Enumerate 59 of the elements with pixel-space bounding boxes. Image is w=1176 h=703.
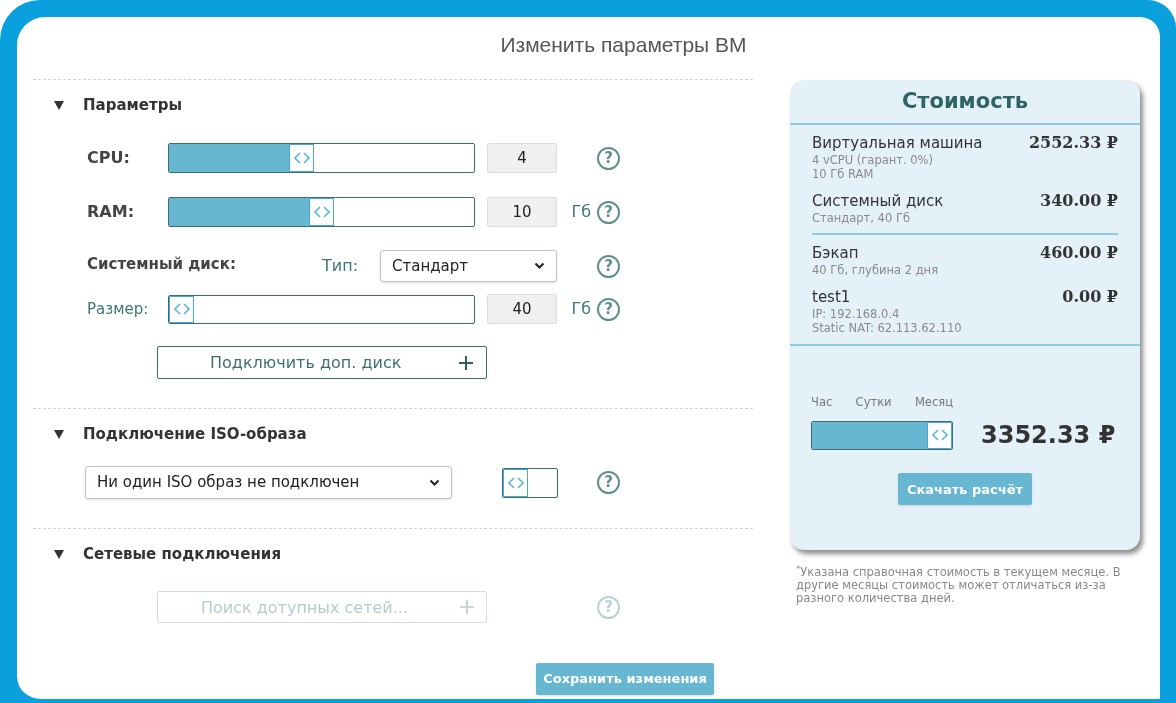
slider-thumb[interactable] [169, 295, 194, 323]
slider-track[interactable] [811, 420, 953, 450]
help-icon[interactable]: ? [597, 200, 620, 224]
cost-item-price: 2552.33 ₽ [1028, 133, 1118, 153]
help-icon[interactable]: ? [597, 146, 620, 170]
value-field[interactable]: 40 [487, 294, 557, 324]
field-label: Системный диск: [87, 253, 237, 275]
unit-label: Гб [570, 298, 591, 320]
slider-thumb[interactable] [289, 144, 314, 172]
cost-item-detail: Static NAT: 62.113.62.110 [812, 321, 962, 335]
cost-item-name: Бэкап [812, 243, 860, 263]
field-label: Тип: [322, 255, 360, 277]
slider-track[interactable] [168, 197, 475, 227]
cost-item-detail: IP: 192.168.0.4 [812, 307, 901, 321]
period-label: Месяц [914, 394, 953, 411]
field-label: RAM: [87, 201, 136, 223]
slider-thumb[interactable] [927, 421, 952, 449]
value-field[interactable]: 4 [487, 143, 557, 173]
cost-item-detail: 4 vCPU (гарант. 0%) [812, 153, 934, 167]
type-dropdown[interactable]: Стандарт [380, 250, 557, 282]
cost-item-name: test1 [812, 287, 852, 307]
footnote: $^{*}$Указана справочная стоимость в текущем месяце. В другие месяцы стоимость может отличаться из-за разного количества дней. [796, 566, 1122, 605]
chevron-down-icon [429, 478, 440, 487]
iso-dropdown[interactable]: Ни один ISO образ не подключен [85, 466, 452, 499]
collapse-triangle-icon[interactable] [53, 99, 65, 111]
cost-title: Стоимость [790, 80, 1140, 125]
help-icon[interactable]: ? [597, 254, 620, 278]
field-label: Размер: [87, 298, 150, 320]
help-icon[interactable]: ? [597, 297, 620, 321]
section-title[interactable]: Параметры [83, 93, 182, 117]
cost-item-price: 460.00 ₽ [1040, 243, 1118, 263]
cost-item-price: 0.00 ₽ [1062, 287, 1118, 307]
period-label: Час [811, 394, 833, 411]
value-field[interactable]: 10 [487, 197, 557, 227]
section-title[interactable]: Подключение ISO-образа [83, 422, 307, 446]
slider-track[interactable] [502, 467, 558, 498]
cost-item-name: Системный диск [812, 191, 944, 211]
dialog-title: Изменить параметры ВМ [499, 32, 748, 58]
slider-track[interactable] [168, 294, 475, 324]
collapse-triangle-icon[interactable] [53, 428, 65, 440]
field-label: CPU: [87, 147, 131, 169]
cost-item-detail: 10 Гб RAM [812, 167, 875, 181]
unit-label: Гб [570, 201, 591, 223]
period-label: Сутки [855, 394, 892, 411]
cost-item-detail: 40 Гб, глубина 2 дня [812, 263, 939, 277]
chevron-down-icon [534, 262, 545, 270]
help-icon[interactable]: ? [597, 471, 620, 494]
cost-item-detail: Стандарт, 40 Гб [812, 211, 911, 225]
total-price: 3352.33 ₽ [981, 420, 1116, 452]
plus-icon [459, 355, 473, 370]
add-disk-button[interactable]: Подключить доп. диск [157, 346, 487, 379]
slider-track[interactable] [168, 143, 475, 173]
cost-item-price: 340.00 ₽ [1040, 191, 1118, 211]
slider-thumb[interactable] [503, 468, 528, 497]
slider-thumb[interactable] [309, 198, 334, 226]
plus-icon [460, 600, 474, 614]
dropdown-value: Стандарт [392, 255, 469, 277]
dropdown-value: Ни один ISO образ не подключен [97, 472, 360, 494]
cost-item-name: Виртуальная машина [812, 133, 983, 153]
